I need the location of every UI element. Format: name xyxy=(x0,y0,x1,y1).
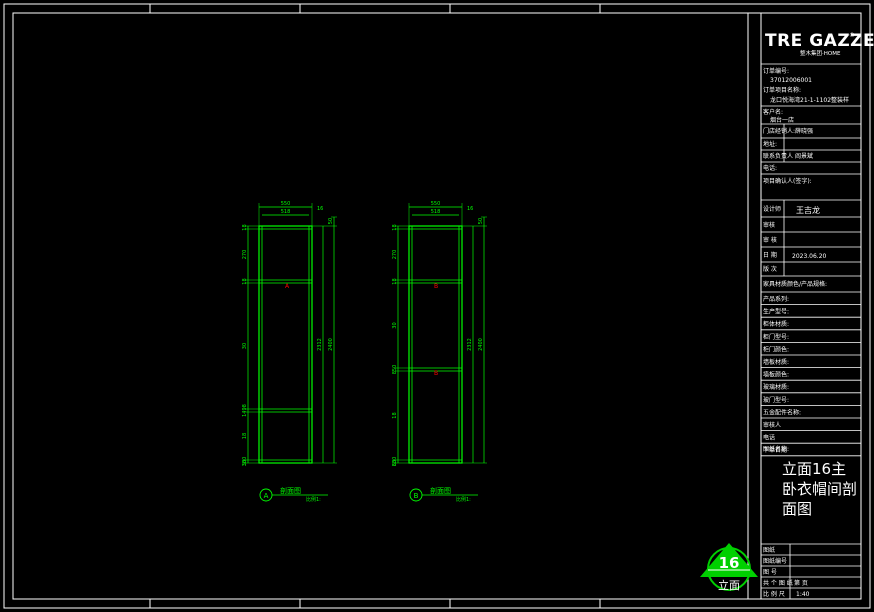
product-note: 家具材质颜色/产品规格: xyxy=(763,280,827,288)
product-row-label: 五金配件名称: xyxy=(763,408,801,416)
product-row-label: 柜体材质: xyxy=(763,320,789,328)
dim-left-value: 18 xyxy=(242,278,248,284)
project-value: 龙口悦海湾21-1-1102整装样 xyxy=(770,96,849,104)
dim-left-value: 30 xyxy=(392,322,398,328)
dim-width-outer: 550 xyxy=(431,201,441,207)
dim-left-value: 850 xyxy=(392,365,398,375)
dim-left-value: 18 xyxy=(392,224,398,230)
drawing-name-line-3: 面图 xyxy=(782,500,812,518)
dim-right-value: 50 xyxy=(478,218,484,224)
dim-left-value: 18 xyxy=(242,224,248,230)
title-block-text: 订单编号: 37012006001 订单项目名称: 龙口悦海湾21-1-1102… xyxy=(763,67,857,598)
section-a: A550518 16182701830149818380302312 240050A… xyxy=(242,201,337,503)
contact-value: 阎景斌 xyxy=(795,152,813,160)
dim-left-value: 18 xyxy=(242,433,248,439)
designer-value: 王吉龙 xyxy=(796,205,820,215)
phone-label: 电话: xyxy=(763,164,777,172)
project-label: 订单项目名称: xyxy=(763,86,801,94)
dim-right-value: 2312 xyxy=(467,338,473,351)
sheet-label: 共 个 图 纸 xyxy=(763,579,793,587)
section-marker: A xyxy=(285,283,290,290)
drawing-name-line-2: 卧衣帽间剖 xyxy=(782,480,857,498)
drawing-name-line-1: 立面16主 xyxy=(782,460,846,478)
brand-logo: TRE GAZZE ® 整木集团·HOME xyxy=(765,31,874,57)
review-label: 审核 xyxy=(763,221,775,229)
bottom-row-1: 图纸 xyxy=(763,546,775,554)
dim-left-value: 270 xyxy=(392,250,398,260)
section-caption: 剖面图 xyxy=(280,486,301,495)
section-scale: 比例1: xyxy=(306,496,321,503)
check-label: 审 核 xyxy=(763,236,777,244)
product-row-label: 玻璃材质: xyxy=(763,383,789,391)
version-label: 版 次 xyxy=(763,265,777,273)
section-marker: B xyxy=(434,370,438,377)
dim-left-value: 270 xyxy=(242,250,248,260)
dim-width-inner: 518 xyxy=(281,209,291,215)
dim-right-value: 2312 xyxy=(317,338,323,351)
cabinet-outline xyxy=(408,225,463,464)
section-marker: B xyxy=(434,283,438,290)
dim-right-value: 50 xyxy=(328,218,334,224)
product-row-label: 墙板材质: xyxy=(763,358,789,366)
client-label: 客户名: xyxy=(763,108,783,116)
section-b: BB550518 1618270183085018630302312 240050B… xyxy=(392,201,487,503)
section-drawings: A550518 16182701830149818380302312 240050A… xyxy=(242,201,487,503)
date-value: 2023.06.20 xyxy=(792,253,827,260)
product-row-label: 产品系列: xyxy=(763,295,789,303)
order-value: 37012006001 xyxy=(770,77,812,84)
dim-width-outer: 550 xyxy=(281,201,291,207)
confirm-label: 项目确认人(签字): xyxy=(763,177,812,185)
scale-label: 比 例 尺 xyxy=(763,590,785,598)
dim-left-value: 18 xyxy=(392,412,398,418)
order-label: 订单编号: xyxy=(763,67,789,75)
cad-drawing-canvas: TRE GAZZE ® 整木集团·HOME 订单编号: 37012006001 … xyxy=(3,3,874,609)
brand-name: TRE GAZZE xyxy=(765,31,874,51)
dim-left-value: 18 xyxy=(392,278,398,284)
registered-mark: ® xyxy=(849,32,855,39)
dim-left-value: 30 xyxy=(242,460,248,466)
product-row-label: 玻门型号: xyxy=(763,396,789,404)
dim-left-value: 1498 xyxy=(242,404,248,417)
date-label: 日 期 xyxy=(763,251,777,259)
designer-label: 设计师 xyxy=(763,205,781,213)
client-value: 烟台一店 xyxy=(770,116,794,124)
sheet-frame xyxy=(3,3,871,609)
address-label: 地址: xyxy=(763,140,777,148)
section-letter: B xyxy=(414,492,419,500)
dim-right-edge: 16 xyxy=(317,206,323,212)
bottom-row-3: 图 号 xyxy=(763,569,777,576)
sheet-value: 第 页 xyxy=(794,579,808,587)
scale-value: 1:40 xyxy=(796,591,810,598)
product-row-label: 审核人 xyxy=(763,421,781,429)
dim-width-inner: 518 xyxy=(431,209,441,215)
badge-label: 立面 xyxy=(718,578,740,592)
elevation-badge: 16 立面 xyxy=(700,543,758,592)
dim-right-value: 2400 xyxy=(478,338,484,351)
contact-label: 联系负责人 xyxy=(763,152,793,160)
product-row-label: 柜门颜色: xyxy=(763,345,789,353)
cabinet-outline xyxy=(258,225,313,464)
badge-number: 16 xyxy=(719,554,740,572)
section-scale: 比例1: xyxy=(456,496,471,503)
dim-right-edge: 16 xyxy=(467,206,473,212)
dim-left-value: 30 xyxy=(392,460,398,466)
section-caption: 剖面图 xyxy=(430,486,451,495)
brand-subtitle: 整木集团·HOME xyxy=(800,49,841,57)
dim-left-value: 30 xyxy=(242,343,248,349)
section-letter: A xyxy=(264,492,269,500)
drawing-name-label: 图纸名称: xyxy=(763,445,789,453)
bottom-row-2: 图纸编号 xyxy=(763,557,787,565)
product-row-label: 柜门型号: xyxy=(763,333,789,341)
product-row-label: 生产型号: xyxy=(763,308,789,316)
product-row-label: 电话 xyxy=(763,434,775,442)
store-value: 薛晓强 xyxy=(795,127,813,135)
store-label: 门店经销人: xyxy=(763,127,795,135)
product-row-label: 墙板颜色: xyxy=(763,371,789,379)
dim-right-value: 2400 xyxy=(328,338,334,351)
